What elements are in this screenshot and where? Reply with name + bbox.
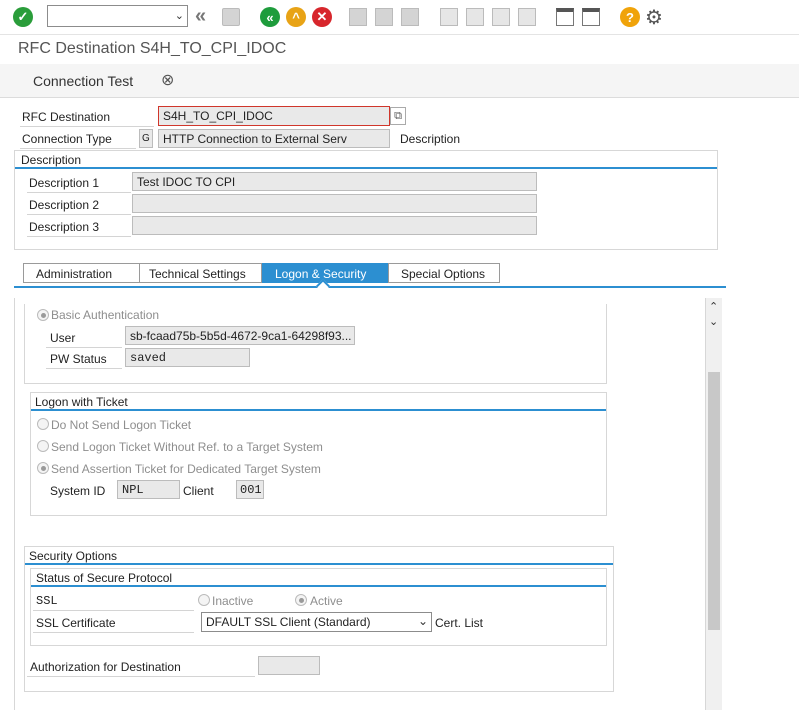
ssl-inactive-radio[interactable] — [198, 594, 210, 606]
cert-list-button[interactable]: Cert. List — [435, 616, 483, 630]
description-3-field[interactable] — [132, 216, 537, 235]
scrollbar-thumb[interactable] — [708, 372, 720, 630]
last-page-icon[interactable] — [518, 8, 536, 26]
system-id-field[interactable]: NPL — [117, 480, 180, 499]
description-2-label: Description 2 — [29, 198, 100, 212]
vertical-scrollbar[interactable]: ⌃ ⌄ — [706, 298, 722, 710]
prev-page-icon[interactable] — [466, 8, 484, 26]
connection-type-code[interactable]: G — [139, 129, 153, 148]
pw-status-field: saved — [125, 348, 250, 367]
system-toolbar: ✓ ⌄ « « ^ ✕ ? ⚙ — [0, 0, 799, 35]
copy-icon[interactable]: ⧉ — [390, 107, 406, 125]
connection-type-text: HTTP Connection to External Serv — [158, 129, 390, 148]
rfc-destination-field[interactable]: S4H_TO_CPI_IDOC — [158, 106, 390, 126]
ssl-certificate-label: SSL Certificate — [36, 616, 116, 630]
back-green-icon[interactable]: « — [260, 7, 280, 27]
back-icon[interactable]: « — [195, 5, 206, 28]
chevron-up-icon[interactable]: ⌃ — [709, 300, 718, 313]
enter-icon[interactable]: ✓ — [13, 7, 33, 27]
tab-administration[interactable]: Administration — [23, 263, 140, 283]
pw-status-label: PW Status — [50, 352, 107, 366]
assertion-ticket-label: Send Assertion Ticket for Dedicated Targ… — [51, 462, 321, 476]
secure-protocol-title: Status of Secure Protocol — [31, 569, 606, 587]
settings-icon[interactable]: ⚙ — [645, 5, 663, 30]
first-page-icon[interactable] — [440, 8, 458, 26]
ticket-no-ref-radio[interactable] — [37, 440, 49, 452]
system-id-label: System ID — [50, 484, 106, 498]
rfc-destination-label: RFC Destination — [22, 110, 111, 124]
ssl-active-label: Active — [310, 594, 343, 608]
page-title: RFC Destination S4H_TO_CPI_IDOC — [18, 40, 287, 57]
description-1-label: Description 1 — [29, 176, 100, 190]
find-icon[interactable] — [375, 8, 393, 26]
glasses-icon[interactable]: ⊗ — [161, 70, 174, 90]
authorization-field[interactable] — [258, 656, 320, 675]
application-toolbar: Connection Test ⊗ — [0, 64, 799, 98]
basic-auth-label: Basic Authentication — [51, 308, 160, 322]
client-field[interactable]: 001 — [236, 480, 264, 499]
client-label: Client — [183, 484, 214, 498]
ssl-label: SSL — [36, 594, 58, 608]
print-icon[interactable] — [349, 8, 367, 26]
exit-icon[interactable]: ^ — [286, 7, 306, 27]
description-group-title: Description — [15, 151, 717, 169]
shortcut-icon[interactable] — [582, 8, 600, 26]
ssl-certificate-value: DFAULT SSL Client (Standard) — [206, 615, 371, 629]
user-label: User — [50, 331, 76, 345]
find-next-icon[interactable] — [401, 8, 419, 26]
chevron-down-icon[interactable]: ⌄ — [418, 614, 428, 628]
connection-test-button[interactable]: Connection Test — [33, 73, 133, 89]
chevron-down-icon[interactable]: ⌄ — [175, 9, 184, 22]
logon-ticket-title: Logon with Ticket — [31, 393, 606, 411]
ssl-certificate-dropdown[interactable]: DFAULT SSL Client (Standard) ⌄ — [201, 612, 432, 632]
command-field[interactable]: ⌄ — [47, 5, 188, 27]
user-field[interactable]: sb-fcaad75b-5b5d-4672-9ca1-64298f93... — [125, 326, 355, 345]
new-session-icon[interactable] — [556, 8, 574, 26]
description-2-field[interactable] — [132, 194, 537, 213]
connection-type-label: Connection Type — [22, 132, 112, 146]
tab-technical-settings[interactable]: Technical Settings — [139, 263, 262, 283]
chevron-down-icon[interactable]: ⌄ — [709, 315, 718, 328]
ssl-active-radio[interactable] — [295, 594, 307, 606]
no-ticket-radio[interactable] — [37, 418, 49, 430]
ssl-inactive-label: Inactive — [212, 594, 254, 608]
cancel-icon[interactable]: ✕ — [312, 7, 332, 27]
assertion-ticket-radio[interactable] — [37, 462, 49, 474]
no-ticket-label: Do Not Send Logon Ticket — [51, 418, 192, 432]
save-icon[interactable] — [222, 8, 240, 26]
ticket-no-ref-label: Send Logon Ticket Without Ref. to a Targ… — [51, 440, 323, 454]
description-3-label: Description 3 — [29, 220, 100, 234]
help-icon[interactable]: ? — [620, 7, 640, 27]
description-label: Description — [400, 132, 461, 146]
authorization-label: Authorization for Destination — [30, 660, 181, 674]
description-1-field[interactable]: Test IDOC TO CPI — [132, 172, 537, 191]
next-page-icon[interactable] — [492, 8, 510, 26]
tab-special-options[interactable]: Special Options — [388, 263, 500, 283]
security-options-title: Security Options — [25, 547, 613, 565]
basic-auth-radio[interactable] — [37, 309, 49, 321]
